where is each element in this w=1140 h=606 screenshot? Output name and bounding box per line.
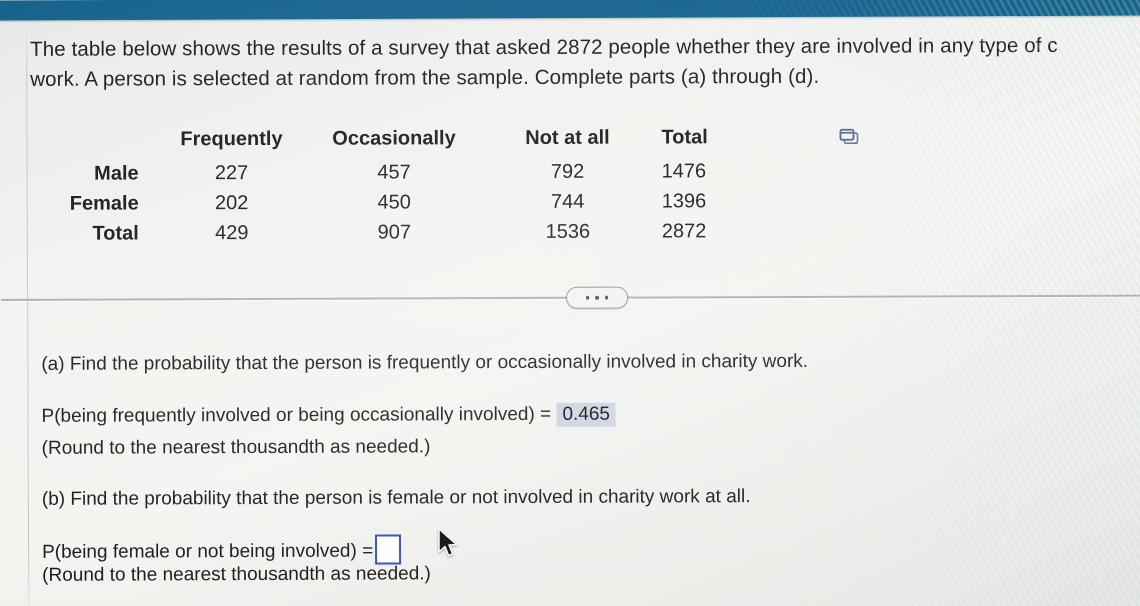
column-header-not-at-all: Not at all [525, 126, 610, 149]
worksheet-page: The table below shows the results of a s… [0, 13, 1140, 606]
screen-surface: The table below shows the results of a s… [0, 0, 1140, 606]
answer-line-a: P(being frequently involved or being occ… [41, 401, 617, 431]
answer-label-a: P(being frequently involved or being occ… [41, 403, 552, 427]
column-header-occasionally: Occasionally [332, 127, 456, 150]
row-label-male: Male [94, 162, 139, 185]
cell-grand-total: 2872 [661, 220, 707, 243]
question-part-b: (b) Find the probability that the person… [41, 486, 751, 510]
cell-total-frequently: 429 [215, 222, 249, 245]
column-header-frequently: Frequently [180, 127, 283, 151]
prompt-line-2: work. A person is selected at random fro… [30, 64, 820, 91]
mouse-cursor-arrow-pointer-icon [437, 528, 459, 560]
cell-male-total: 1476 [661, 160, 707, 183]
dot-icon [604, 295, 609, 300]
column-header-total: Total [661, 126, 708, 149]
row-label-total: Total [92, 222, 139, 245]
cell-female-frequently: 202 [214, 192, 249, 215]
cell-male-occasionally: 457 [377, 161, 411, 184]
rounding-note-a: (Round to the nearest thousandth as need… [41, 436, 431, 459]
row-label-female: Female [69, 192, 139, 215]
dot-icon [585, 295, 590, 300]
rounding-note-b: (Round to the nearest thousandth as need… [42, 563, 431, 586]
table-row: Male 227 457 792 1476 [61, 156, 784, 189]
table-row: Total 429 907 1536 2872 [61, 216, 784, 249]
question-part-a: (a) Find the probability that the person… [41, 350, 809, 375]
cell-female-total: 1396 [661, 190, 707, 213]
table-corner-cell [60, 124, 156, 158]
prompt-line-1: The table below shows the results of a s… [30, 33, 1058, 61]
answer-value-a[interactable]: 0.465 [556, 402, 617, 427]
contingency-table: Frequently Occasionally Not at all Total… [60, 122, 783, 249]
answer-label-b: P(being female or not being involved) = [42, 540, 374, 563]
page-left-rule [25, 16, 30, 606]
table-header-row: Frequently Occasionally Not at all Total [60, 122, 783, 159]
cell-male-frequently: 227 [214, 162, 249, 185]
cell-female-not-at-all: 744 [550, 190, 585, 213]
cell-total-not-at-all: 1536 [545, 220, 591, 243]
cell-male-not-at-all: 792 [550, 160, 585, 183]
cell-female-occasionally: 450 [377, 191, 411, 214]
copy-windows-icon[interactable] [838, 128, 860, 148]
cell-total-occasionally: 907 [377, 221, 412, 244]
more-options-button[interactable] [566, 286, 629, 309]
dot-icon [595, 295, 599, 300]
question-prompt: The table below shows the results of a s… [30, 30, 1140, 94]
table-row: Female 202 450 744 1396 [61, 186, 784, 219]
